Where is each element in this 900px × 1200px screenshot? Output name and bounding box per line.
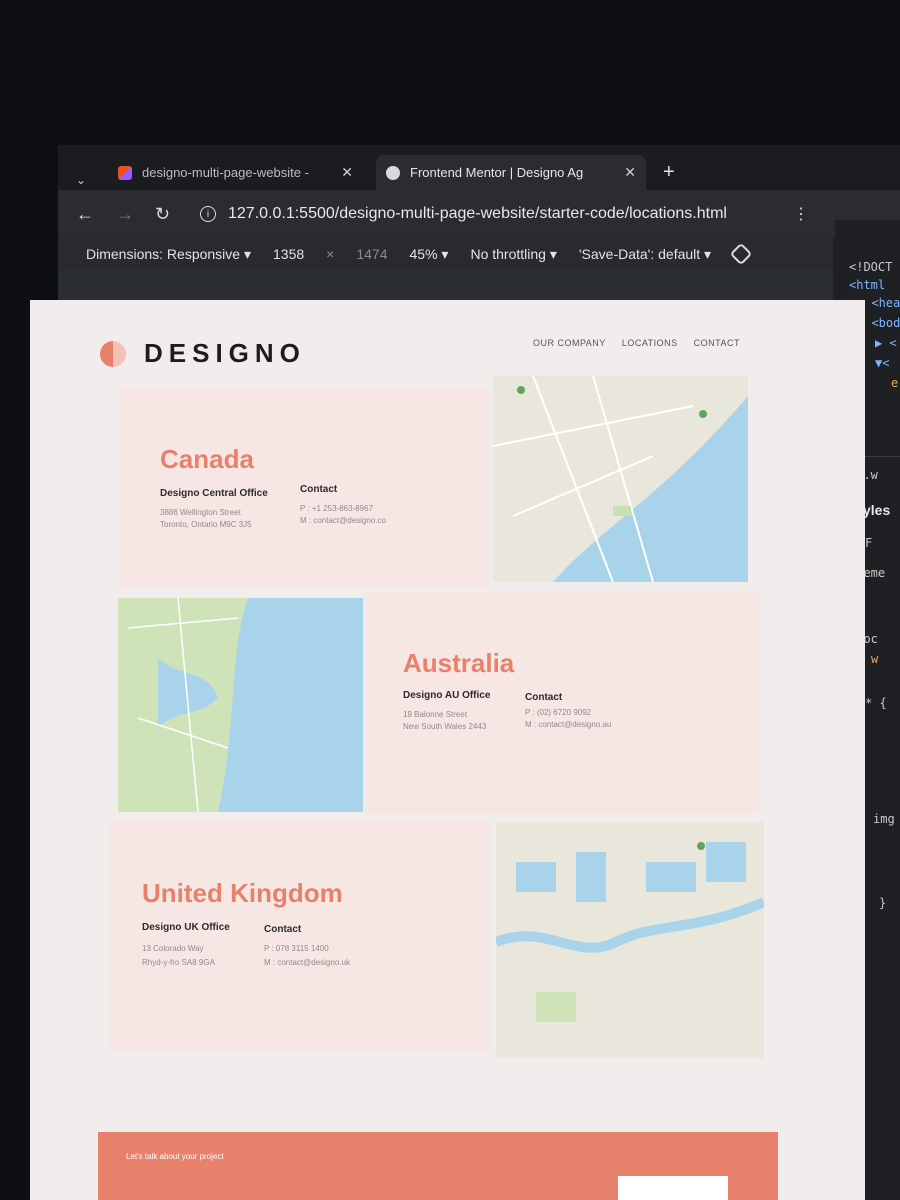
- cta-heading: Let's talk about your project: [126, 1152, 224, 1161]
- url-text: 127.0.0.1:5500/designo-multi-page-websit…: [228, 205, 727, 222]
- cta-banner: Let's talk about your project: [98, 1132, 778, 1200]
- dimensions-select[interactable]: Dimensions: Responsive ▾: [86, 246, 251, 263]
- address-line: 19 Balonne Street: [403, 710, 468, 719]
- office-name: Designo Central Office: [160, 488, 268, 499]
- times-sign: ×: [326, 246, 335, 262]
- device-toolbar: Dimensions: Responsive ▾ 1358 × 1474 45%…: [58, 238, 833, 270]
- figma-icon: [118, 165, 132, 180]
- contact-title: Contact: [300, 484, 338, 495]
- back-arrow-icon[interactable]: ←: [76, 204, 94, 225]
- country-title: Australia: [403, 648, 515, 678]
- location-card-canada: Canada Designo Central Office 3886 Welli…: [120, 388, 490, 588]
- address-line: Rhyd-y-fro SA8 9GA: [142, 958, 215, 967]
- close-icon[interactable]: ✕: [341, 164, 353, 181]
- office-name: Designo AU Office: [403, 690, 491, 701]
- dimensions-label: Dimensions: Responsive: [86, 245, 241, 262]
- url-field[interactable]: i 127.0.0.1:5500/designo-multi-page-webs…: [188, 198, 808, 230]
- phone-line: P : +1 253-863-8967: [300, 504, 374, 513]
- page-preview: DESIGNO OUR COMPANY LOCATIONS CONTACT Ca…: [30, 300, 865, 1200]
- zoom-label: 45%: [409, 245, 438, 262]
- map-graphic: [493, 376, 748, 582]
- map-graphic: [496, 822, 764, 1058]
- tab-frontend-mentor[interactable]: Frontend Mentor | Designo Ag ✕: [376, 155, 646, 190]
- kebab-menu-icon[interactable]: ⋮: [793, 204, 809, 224]
- filter-input[interactable]: F: [865, 536, 872, 550]
- phone-line: P : (02) 6720 9092: [525, 708, 592, 717]
- tab-bar: ⌄ designo-multi-page-website - ✕ Fronten…: [58, 145, 900, 190]
- nav-link-contact[interactable]: CONTACT: [694, 338, 740, 348]
- new-tab-icon[interactable]: +: [663, 161, 675, 184]
- country-title: Canada: [160, 444, 254, 474]
- map-toronto[interactable]: [493, 376, 748, 582]
- logo-mark-icon: [100, 340, 126, 367]
- width-input[interactable]: 1358: [273, 246, 304, 262]
- site-nav: OUR COMPANY LOCATIONS CONTACT: [533, 338, 740, 348]
- rotate-icon[interactable]: [729, 242, 753, 266]
- dom-line[interactable]: <html: [849, 278, 885, 292]
- tab-designo-figma[interactable]: designo-multi-page-website - ✕: [108, 155, 363, 190]
- tab-search-chevron-icon[interactable]: ⌄: [76, 173, 86, 187]
- zoom-select[interactable]: 45% ▾: [410, 246, 449, 263]
- nav-link-our-company[interactable]: OUR COMPANY: [533, 338, 606, 348]
- site-header: DESIGNO OUR COMPANY LOCATIONS CONTACT: [100, 338, 740, 378]
- height-input[interactable]: 1474: [356, 246, 387, 262]
- dom-line[interactable]: ▼<: [875, 356, 889, 370]
- phone-line: P : 078 3115 1400: [264, 944, 329, 953]
- get-in-touch-button[interactable]: [618, 1176, 728, 1200]
- mail-line: M : contact@designo.co: [300, 516, 386, 525]
- address-line: Toronto, Ontario M9C 3J5: [160, 520, 252, 529]
- office-name: Designo UK Office: [142, 922, 230, 933]
- throttling-label: No throttling: [470, 245, 546, 262]
- mail-line: M : contact@designo.uk: [264, 958, 350, 967]
- brace: }: [879, 896, 887, 910]
- address-line: 3886 Wellington Street: [160, 508, 241, 517]
- css-selector[interactable]: * {: [865, 696, 887, 710]
- dom-line[interactable]: <!DOCT: [849, 260, 892, 274]
- address-bar: ← → ↻ i 127.0.0.1:5500/designo-multi-pag…: [58, 190, 900, 238]
- tab-title: designo-multi-page-website -: [142, 165, 309, 180]
- map-uk[interactable]: [496, 822, 764, 1058]
- reload-icon[interactable]: ↻: [155, 204, 170, 225]
- address-line: New South Wales 2443: [403, 722, 487, 731]
- site-info-icon[interactable]: i: [200, 206, 216, 222]
- address-line: 13 Colorado Way: [142, 944, 204, 953]
- location-card-australia: Australia Designo AU Office 19 Balonne S…: [365, 592, 759, 814]
- location-card-uk: United Kingdom Designo UK Office 13 Colo…: [110, 820, 490, 1052]
- map-australia[interactable]: [118, 598, 363, 812]
- close-icon[interactable]: ✕: [624, 164, 636, 181]
- throttling-select[interactable]: No throttling ▾: [470, 246, 556, 263]
- frontend-mentor-icon: [386, 165, 400, 180]
- contact-title: Contact: [525, 692, 563, 703]
- contact-title: Contact: [264, 924, 302, 935]
- tab-title: Frontend Mentor | Designo Ag: [410, 165, 584, 180]
- save-data-select[interactable]: 'Save-Data': default ▾: [579, 246, 711, 263]
- mail-line: M : contact@designo.au: [525, 720, 612, 729]
- country-title: United Kingdom: [142, 878, 343, 908]
- css-property[interactable]: w: [871, 652, 878, 666]
- map-graphic: [118, 598, 363, 812]
- css-selector[interactable]: img: [873, 812, 895, 826]
- dom-line[interactable]: ▶ <: [875, 336, 897, 350]
- logo[interactable]: DESIGNO: [100, 338, 306, 369]
- save-data-label: 'Save-Data': default: [578, 245, 701, 262]
- logo-text: DESIGNO: [144, 338, 306, 368]
- nav-link-locations[interactable]: LOCATIONS: [622, 338, 678, 348]
- dom-line[interactable]: e: [891, 376, 898, 390]
- forward-arrow-icon[interactable]: →: [116, 204, 134, 225]
